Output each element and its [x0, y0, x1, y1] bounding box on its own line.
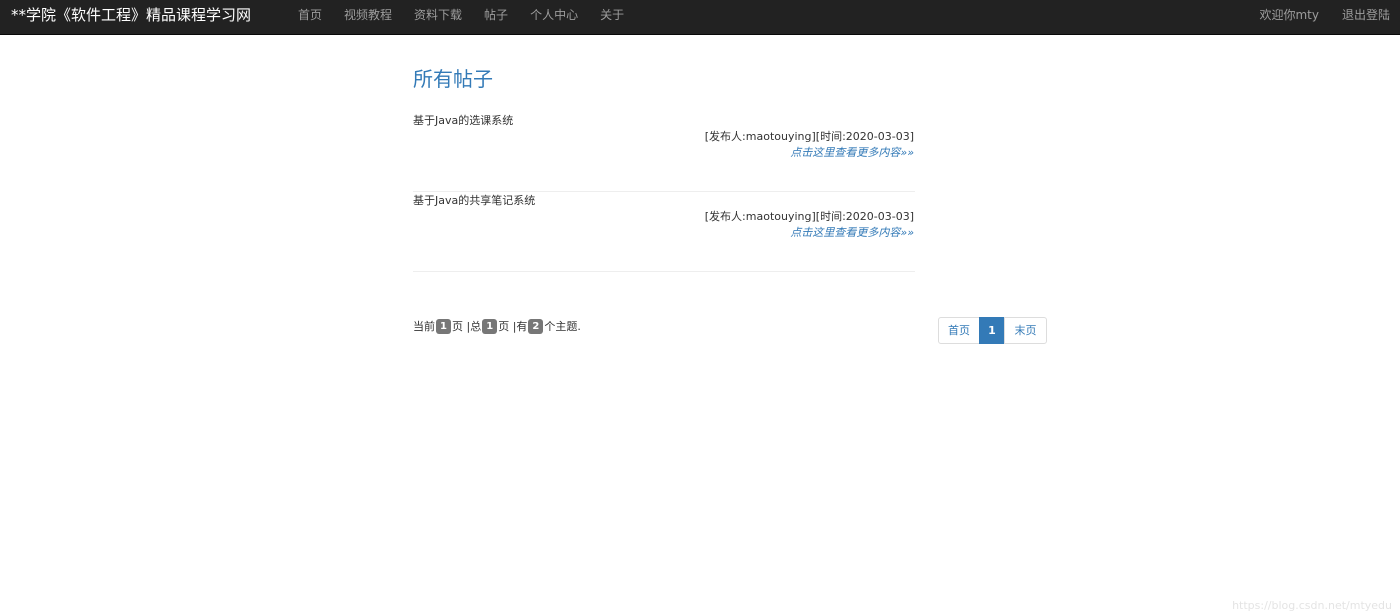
page-info-label: 页 |有 [498, 320, 528, 333]
post-meta: [发布人:maotouying][时间:2020-03-03] [704, 210, 914, 223]
last-page-button[interactable]: 末页 [1004, 317, 1047, 344]
post-meta: [发布人:maotouying][时间:2020-03-03] [704, 130, 914, 143]
welcome-user-link[interactable]: 欢迎你mty [1249, 0, 1332, 35]
watermark: https://blog.csdn.net/mtyedu [1232, 599, 1392, 612]
nav-item-home[interactable]: 首页 [287, 0, 333, 35]
post-title: 基于Java的选课系统 [413, 114, 514, 127]
page-title: 所有帖子 [413, 67, 493, 91]
main-nav: 首页 视频教程 资料下载 帖子 个人中心 关于 [287, 0, 635, 35]
nav-item-video-tutorials[interactable]: 视频教程 [333, 0, 403, 35]
logout-link[interactable]: 退出登陆 [1332, 0, 1400, 35]
first-page-button[interactable]: 首页 [938, 317, 980, 344]
top-navbar: **学院《软件工程》精品课程学习网 首页 视频教程 资料下载 帖子 个人中心 关… [0, 0, 1400, 35]
pagination: 首页 1 末页 [938, 317, 1047, 344]
page-info-label: 个主题. [544, 320, 581, 333]
nav-item-downloads[interactable]: 资料下载 [403, 0, 473, 35]
post-more-link[interactable]: 点击这里查看更多内容»» [790, 224, 914, 240]
total-pages-badge: 1 [482, 318, 498, 334]
post-item: 基于Java的共享笔记系统 [发布人:maotouying][时间:2020-0… [413, 192, 915, 272]
nav-item-posts[interactable]: 帖子 [473, 0, 519, 35]
post-more-link[interactable]: 点击这里查看更多内容»» [790, 144, 914, 160]
page-info-label: 当前 [413, 320, 435, 333]
page-1-button[interactable]: 1 [979, 317, 1005, 344]
user-nav: 欢迎你mty 退出登陆 [1249, 0, 1400, 35]
page-info-label: 页 |总 [452, 320, 482, 333]
nav-item-profile[interactable]: 个人中心 [519, 0, 589, 35]
topic-count-badge: 2 [528, 318, 544, 334]
post-item: 基于Java的选课系统 [发布人:maotouying][时间:2020-03-… [413, 112, 915, 192]
post-title: 基于Java的共享笔记系统 [413, 194, 536, 207]
page-info: 当前 1 页 |总 1 页 |有 2 个主题. [413, 318, 581, 334]
current-page-badge: 1 [436, 318, 451, 334]
site-brand[interactable]: **学院《软件工程》精品课程学习网 [11, 0, 251, 35]
nav-item-about[interactable]: 关于 [589, 0, 635, 35]
